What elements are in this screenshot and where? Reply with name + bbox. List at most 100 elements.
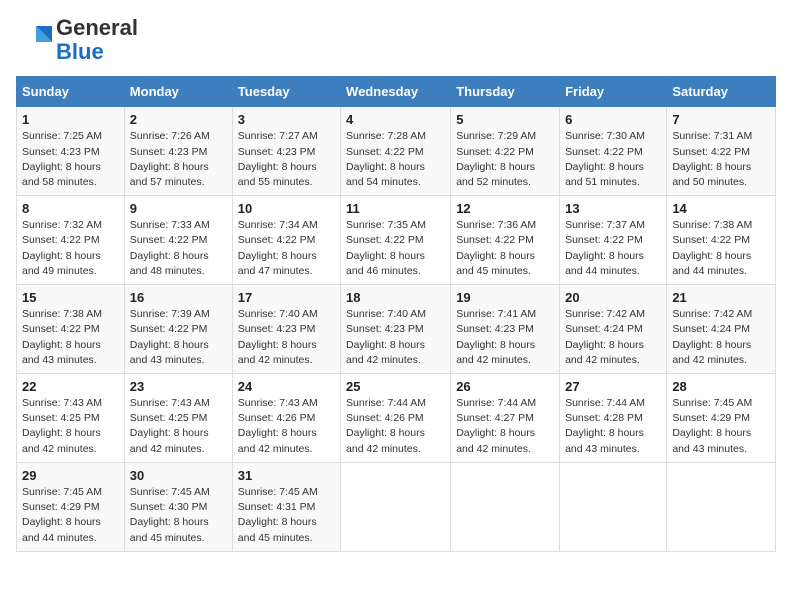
day-number: 15 bbox=[22, 290, 119, 305]
logo-icon bbox=[16, 22, 52, 58]
day-info: Sunrise: 7:45 AMSunset: 4:29 PMDaylight:… bbox=[672, 397, 752, 455]
day-cell: 2 Sunrise: 7:26 AMSunset: 4:23 PMDayligh… bbox=[124, 107, 232, 196]
day-info: Sunrise: 7:42 AMSunset: 4:24 PMDaylight:… bbox=[565, 308, 645, 366]
header-wednesday: Wednesday bbox=[341, 77, 451, 107]
day-info: Sunrise: 7:40 AMSunset: 4:23 PMDaylight:… bbox=[238, 308, 318, 366]
day-cell: 20 Sunrise: 7:42 AMSunset: 4:24 PMDaylig… bbox=[560, 285, 667, 374]
day-info: Sunrise: 7:31 AMSunset: 4:22 PMDaylight:… bbox=[672, 130, 752, 188]
logo-text: General Blue bbox=[56, 16, 138, 64]
day-info: Sunrise: 7:43 AMSunset: 4:25 PMDaylight:… bbox=[130, 397, 210, 455]
day-number: 19 bbox=[456, 290, 554, 305]
day-cell: 23 Sunrise: 7:43 AMSunset: 4:25 PMDaylig… bbox=[124, 374, 232, 463]
day-info: Sunrise: 7:44 AMSunset: 4:28 PMDaylight:… bbox=[565, 397, 645, 455]
day-cell: 11 Sunrise: 7:35 AMSunset: 4:22 PMDaylig… bbox=[341, 196, 451, 285]
day-number: 27 bbox=[565, 379, 661, 394]
day-number: 1 bbox=[22, 112, 119, 127]
day-info: Sunrise: 7:32 AMSunset: 4:22 PMDaylight:… bbox=[22, 219, 102, 277]
day-info: Sunrise: 7:38 AMSunset: 4:22 PMDaylight:… bbox=[22, 308, 102, 366]
day-number: 20 bbox=[565, 290, 661, 305]
day-info: Sunrise: 7:29 AMSunset: 4:22 PMDaylight:… bbox=[456, 130, 536, 188]
header-saturday: Saturday bbox=[667, 77, 776, 107]
day-cell: 8 Sunrise: 7:32 AMSunset: 4:22 PMDayligh… bbox=[17, 196, 125, 285]
day-cell: 6 Sunrise: 7:30 AMSunset: 4:22 PMDayligh… bbox=[560, 107, 667, 196]
day-cell: 27 Sunrise: 7:44 AMSunset: 4:28 PMDaylig… bbox=[560, 374, 667, 463]
day-info: Sunrise: 7:30 AMSunset: 4:22 PMDaylight:… bbox=[565, 130, 645, 188]
day-cell: 31 Sunrise: 7:45 AMSunset: 4:31 PMDaylig… bbox=[232, 462, 340, 551]
day-cell: 3 Sunrise: 7:27 AMSunset: 4:23 PMDayligh… bbox=[232, 107, 340, 196]
day-cell: 4 Sunrise: 7:28 AMSunset: 4:22 PMDayligh… bbox=[341, 107, 451, 196]
day-info: Sunrise: 7:37 AMSunset: 4:22 PMDaylight:… bbox=[565, 219, 645, 277]
day-info: Sunrise: 7:41 AMSunset: 4:23 PMDaylight:… bbox=[456, 308, 536, 366]
day-info: Sunrise: 7:45 AMSunset: 4:29 PMDaylight:… bbox=[22, 486, 102, 544]
week-row-1: 1 Sunrise: 7:25 AMSunset: 4:23 PMDayligh… bbox=[17, 107, 776, 196]
logo-line1: General bbox=[56, 16, 138, 40]
day-info: Sunrise: 7:45 AMSunset: 4:30 PMDaylight:… bbox=[130, 486, 210, 544]
day-number: 8 bbox=[22, 201, 119, 216]
day-info: Sunrise: 7:44 AMSunset: 4:26 PMDaylight:… bbox=[346, 397, 426, 455]
day-cell bbox=[451, 462, 560, 551]
day-cell: 17 Sunrise: 7:40 AMSunset: 4:23 PMDaylig… bbox=[232, 285, 340, 374]
day-info: Sunrise: 7:44 AMSunset: 4:27 PMDaylight:… bbox=[456, 397, 536, 455]
day-number: 7 bbox=[672, 112, 770, 127]
day-info: Sunrise: 7:43 AMSunset: 4:26 PMDaylight:… bbox=[238, 397, 318, 455]
header-tuesday: Tuesday bbox=[232, 77, 340, 107]
day-info: Sunrise: 7:42 AMSunset: 4:24 PMDaylight:… bbox=[672, 308, 752, 366]
header-friday: Friday bbox=[560, 77, 667, 107]
day-number: 3 bbox=[238, 112, 335, 127]
day-info: Sunrise: 7:27 AMSunset: 4:23 PMDaylight:… bbox=[238, 130, 318, 188]
day-cell: 29 Sunrise: 7:45 AMSunset: 4:29 PMDaylig… bbox=[17, 462, 125, 551]
day-info: Sunrise: 7:39 AMSunset: 4:22 PMDaylight:… bbox=[130, 308, 210, 366]
header-sunday: Sunday bbox=[17, 77, 125, 107]
day-number: 28 bbox=[672, 379, 770, 394]
day-cell: 18 Sunrise: 7:40 AMSunset: 4:23 PMDaylig… bbox=[341, 285, 451, 374]
day-cell: 9 Sunrise: 7:33 AMSunset: 4:22 PMDayligh… bbox=[124, 196, 232, 285]
day-number: 12 bbox=[456, 201, 554, 216]
calendar-table: SundayMondayTuesdayWednesdayThursdayFrid… bbox=[16, 76, 776, 551]
day-cell: 12 Sunrise: 7:36 AMSunset: 4:22 PMDaylig… bbox=[451, 196, 560, 285]
day-cell: 14 Sunrise: 7:38 AMSunset: 4:22 PMDaylig… bbox=[667, 196, 776, 285]
day-number: 31 bbox=[238, 468, 335, 483]
day-number: 9 bbox=[130, 201, 227, 216]
calendar-header-row: SundayMondayTuesdayWednesdayThursdayFrid… bbox=[17, 77, 776, 107]
day-cell bbox=[667, 462, 776, 551]
day-number: 2 bbox=[130, 112, 227, 127]
day-info: Sunrise: 7:38 AMSunset: 4:22 PMDaylight:… bbox=[672, 219, 752, 277]
day-info: Sunrise: 7:25 AMSunset: 4:23 PMDaylight:… bbox=[22, 130, 102, 188]
day-number: 30 bbox=[130, 468, 227, 483]
day-cell: 5 Sunrise: 7:29 AMSunset: 4:22 PMDayligh… bbox=[451, 107, 560, 196]
week-row-4: 22 Sunrise: 7:43 AMSunset: 4:25 PMDaylig… bbox=[17, 374, 776, 463]
day-number: 29 bbox=[22, 468, 119, 483]
day-number: 13 bbox=[565, 201, 661, 216]
day-cell: 25 Sunrise: 7:44 AMSunset: 4:26 PMDaylig… bbox=[341, 374, 451, 463]
day-cell: 19 Sunrise: 7:41 AMSunset: 4:23 PMDaylig… bbox=[451, 285, 560, 374]
day-cell: 22 Sunrise: 7:43 AMSunset: 4:25 PMDaylig… bbox=[17, 374, 125, 463]
header-monday: Monday bbox=[124, 77, 232, 107]
day-cell: 28 Sunrise: 7:45 AMSunset: 4:29 PMDaylig… bbox=[667, 374, 776, 463]
day-info: Sunrise: 7:34 AMSunset: 4:22 PMDaylight:… bbox=[238, 219, 318, 277]
day-info: Sunrise: 7:33 AMSunset: 4:22 PMDaylight:… bbox=[130, 219, 210, 277]
day-cell: 30 Sunrise: 7:45 AMSunset: 4:30 PMDaylig… bbox=[124, 462, 232, 551]
day-number: 10 bbox=[238, 201, 335, 216]
day-number: 5 bbox=[456, 112, 554, 127]
day-number: 16 bbox=[130, 290, 227, 305]
day-number: 17 bbox=[238, 290, 335, 305]
day-cell: 21 Sunrise: 7:42 AMSunset: 4:24 PMDaylig… bbox=[667, 285, 776, 374]
page-header: General Blue bbox=[16, 16, 776, 64]
day-number: 4 bbox=[346, 112, 445, 127]
logo: General Blue bbox=[16, 16, 138, 64]
day-cell: 10 Sunrise: 7:34 AMSunset: 4:22 PMDaylig… bbox=[232, 196, 340, 285]
day-cell: 24 Sunrise: 7:43 AMSunset: 4:26 PMDaylig… bbox=[232, 374, 340, 463]
week-row-2: 8 Sunrise: 7:32 AMSunset: 4:22 PMDayligh… bbox=[17, 196, 776, 285]
day-cell: 13 Sunrise: 7:37 AMSunset: 4:22 PMDaylig… bbox=[560, 196, 667, 285]
day-cell: 7 Sunrise: 7:31 AMSunset: 4:22 PMDayligh… bbox=[667, 107, 776, 196]
header-thursday: Thursday bbox=[451, 77, 560, 107]
day-info: Sunrise: 7:26 AMSunset: 4:23 PMDaylight:… bbox=[130, 130, 210, 188]
day-info: Sunrise: 7:45 AMSunset: 4:31 PMDaylight:… bbox=[238, 486, 318, 544]
day-number: 23 bbox=[130, 379, 227, 394]
day-number: 14 bbox=[672, 201, 770, 216]
week-row-3: 15 Sunrise: 7:38 AMSunset: 4:22 PMDaylig… bbox=[17, 285, 776, 374]
day-number: 24 bbox=[238, 379, 335, 394]
day-number: 21 bbox=[672, 290, 770, 305]
day-cell bbox=[560, 462, 667, 551]
day-number: 25 bbox=[346, 379, 445, 394]
